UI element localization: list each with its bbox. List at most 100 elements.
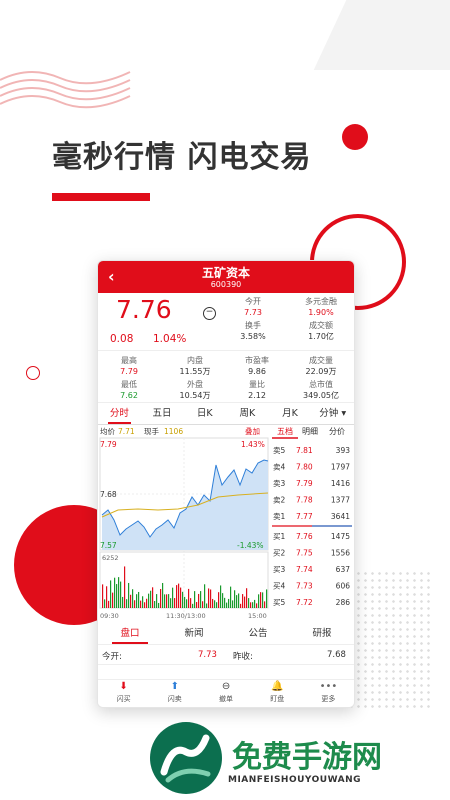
- ask-volume: 1797: [331, 463, 350, 472]
- decor-dot: [342, 124, 368, 150]
- price-change: 0.08: [110, 333, 134, 345]
- volume-bar: [214, 600, 216, 608]
- book-tab-price[interactable]: 分价: [329, 427, 345, 436]
- volume-bar: [110, 580, 112, 608]
- quote-turnover: 换手 3.58%: [240, 321, 266, 341]
- decor-small-ring: [26, 366, 40, 380]
- volume-bar: [202, 601, 204, 608]
- ask-volume: 1416: [331, 479, 350, 488]
- volume-bar: [130, 594, 132, 608]
- volume-bar: [118, 577, 120, 608]
- volume-bar: [234, 590, 236, 608]
- volume-bar: [142, 596, 144, 608]
- volume-bars: [102, 566, 268, 608]
- stat-low: 最低 7.62: [120, 380, 138, 400]
- price-area: [102, 460, 268, 550]
- volume-bar: [168, 594, 170, 608]
- site-logo: [150, 722, 222, 794]
- tab-announcements[interactable]: 公告: [226, 623, 290, 644]
- volume-bar: [228, 598, 230, 608]
- volume-bar: [156, 594, 158, 608]
- volume-bar: [198, 593, 200, 608]
- bell-icon: 🔔: [270, 681, 284, 692]
- nav-cancel-order[interactable]: ⊖ 撤单: [200, 680, 251, 707]
- book-tab-five[interactable]: 五档: [277, 426, 293, 436]
- volume-bar: [260, 592, 262, 608]
- nav-watch[interactable]: 🔔 盯盘: [252, 680, 303, 707]
- tab-monthly-k[interactable]: 月K: [269, 403, 312, 424]
- quote-sector[interactable]: 多元金融 1.90%: [286, 296, 354, 318]
- volume-bar: [146, 598, 148, 608]
- stat-volume: 成交量 22.09万: [305, 356, 337, 376]
- volume-bar: [258, 594, 260, 608]
- nav-label: 闪买: [116, 695, 131, 703]
- volume-bar: [126, 599, 128, 608]
- minus-circle-icon: ⊖: [221, 681, 231, 692]
- nav-quick-buy[interactable]: ⬇ 闪买: [98, 680, 149, 707]
- stat-outer: 外盘 10.54万: [179, 380, 211, 400]
- volume-bar: [218, 592, 220, 608]
- pct-low-label: -1.43%: [237, 541, 264, 550]
- tab-minute[interactable]: 分钟 ▾: [311, 403, 354, 424]
- volume-bar: [116, 584, 118, 608]
- arrow-down-icon: ⬇: [119, 681, 128, 692]
- ask-level-label: 卖4: [273, 463, 285, 472]
- nav-more[interactable]: ••• 更多: [303, 680, 354, 707]
- volume-bar: [262, 592, 264, 608]
- stock-name: 五矿资本: [201, 266, 250, 280]
- more-icon: •••: [319, 681, 338, 692]
- stock-code: 600390: [210, 280, 242, 289]
- bid-volume: 1475: [331, 532, 350, 541]
- volume-bar: [206, 603, 208, 608]
- bid-level-label: 买5: [273, 598, 285, 607]
- stat-pe: 市盈率 9.86: [245, 356, 269, 376]
- price-change-pct: 1.04%: [153, 333, 187, 345]
- ask-volume: 3641: [331, 512, 350, 521]
- avg-value: 7.71: [118, 427, 135, 436]
- volume-bar: [186, 599, 188, 608]
- tab-news[interactable]: 新闻: [162, 623, 226, 644]
- price-high-label: 7.79: [100, 440, 117, 449]
- headline-underline: [52, 193, 150, 201]
- tab-intraday[interactable]: 分时: [98, 403, 141, 424]
- bid-level-label: 买2: [273, 549, 285, 558]
- book-tab-detail[interactable]: 明细: [302, 426, 318, 436]
- prev-close-value: 7.68: [327, 650, 346, 660]
- stats-grid: 最高 7.79 内盘 11.55万 市盈率 9.86 成交量 22.09万 最低 7.62…: [98, 351, 354, 403]
- volume-bar: [170, 598, 172, 608]
- volume-bar: [158, 602, 160, 608]
- volume-bar: [194, 591, 196, 608]
- tab-order-book[interactable]: 盘口: [98, 623, 162, 644]
- volume-bar: [204, 584, 206, 608]
- nav-label: 更多: [321, 695, 336, 703]
- ask-price: 7.81: [296, 446, 313, 455]
- volume-bar: [230, 586, 232, 608]
- overlay-button[interactable]: 叠加: [245, 426, 260, 436]
- nav-label: 盯盘: [270, 695, 285, 703]
- tab-five-day[interactable]: 五日: [141, 403, 184, 424]
- volume-bar: [266, 589, 268, 608]
- ask-list: 卖5 7.81 393 卖4 7.80 1797 卖3 7.79 1416 卖2 7.78 1377 卖…: [273, 446, 350, 521]
- now-value: 1106: [164, 427, 183, 436]
- volume-bar: [154, 601, 156, 608]
- nav-quick-sell[interactable]: ⬆ 闪卖: [149, 680, 200, 707]
- tab-research[interactable]: 研报: [290, 623, 354, 644]
- tab-daily-k[interactable]: 日K: [183, 403, 226, 424]
- volume-bar: [256, 603, 258, 608]
- stat-inner: 内盘 11.55万: [179, 356, 211, 376]
- volume-bar: [246, 588, 248, 608]
- open-label: 今开:: [102, 652, 122, 662]
- remove-watchlist-icon[interactable]: −: [203, 307, 216, 320]
- volume-bar: [162, 582, 164, 608]
- volume-bar: [196, 602, 198, 608]
- quote-amount: 成交额 1.70亿: [308, 321, 334, 341]
- ask-price: 7.79: [296, 479, 313, 488]
- bid-volume: 637: [336, 565, 351, 574]
- ask-level-label: 卖5: [273, 446, 285, 455]
- volume-bar: [132, 589, 134, 608]
- arrow-up-icon: ⬆: [170, 681, 179, 692]
- tab-weekly-k[interactable]: 周K: [226, 403, 269, 424]
- back-icon[interactable]: ‹: [108, 267, 115, 286]
- bid-price: 7.76: [296, 532, 313, 541]
- bid-volume: 286: [336, 598, 351, 607]
